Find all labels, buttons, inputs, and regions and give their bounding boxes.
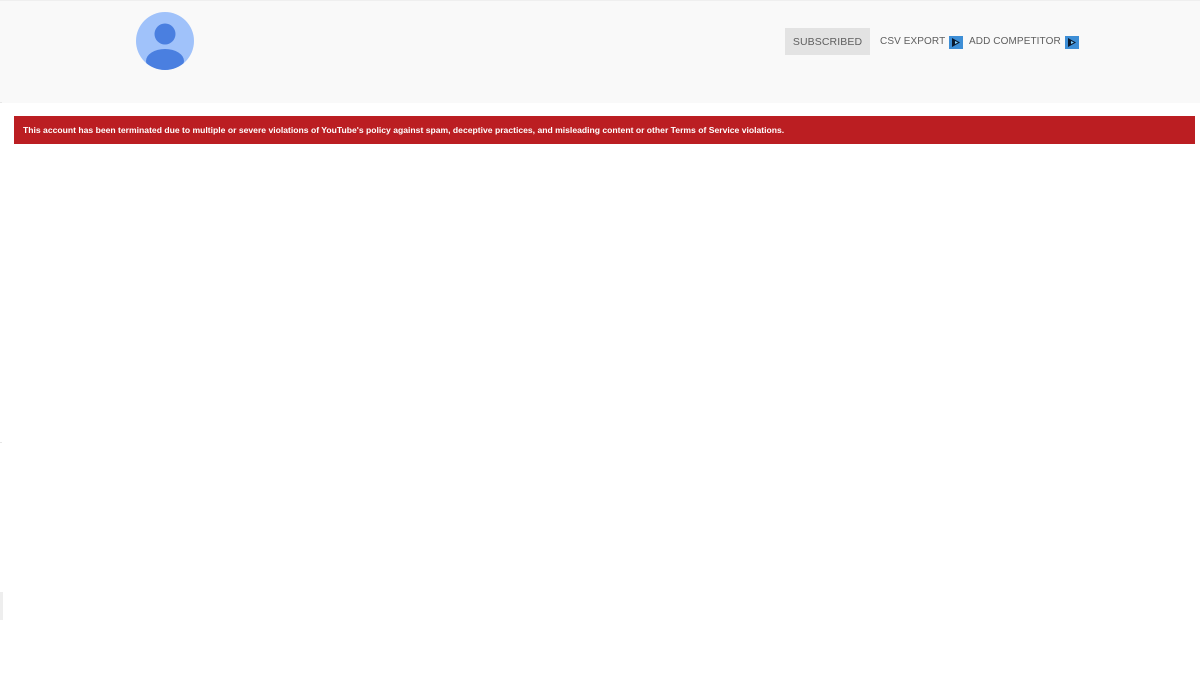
add-competitor-link[interactable]: ADD COMPETITOR — [969, 34, 1079, 49]
scrollbar-handle[interactable] — [0, 592, 3, 620]
vidiq-extension-icon — [949, 35, 964, 49]
edge-divider — [0, 442, 2, 443]
channel-page: SUBSCRIBED CSV EXPORT ADD COMPETITOR Thi… — [0, 0, 1200, 677]
csv-export-link[interactable]: CSV EXPORT — [880, 34, 964, 49]
default-user-avatar-icon — [146, 23, 184, 70]
account-terminated-banner: This account has been terminated due to … — [14, 116, 1195, 144]
csv-export-label: CSV EXPORT — [880, 35, 946, 47]
add-competitor-label: ADD COMPETITOR — [969, 35, 1061, 47]
edge-divider — [0, 102, 2, 103]
vidiq-extension-icon — [1064, 35, 1079, 49]
channel-avatar[interactable] — [136, 12, 194, 70]
channel-header: SUBSCRIBED CSV EXPORT ADD COMPETITOR — [0, 0, 1200, 103]
subscribed-button[interactable]: SUBSCRIBED — [785, 28, 870, 55]
